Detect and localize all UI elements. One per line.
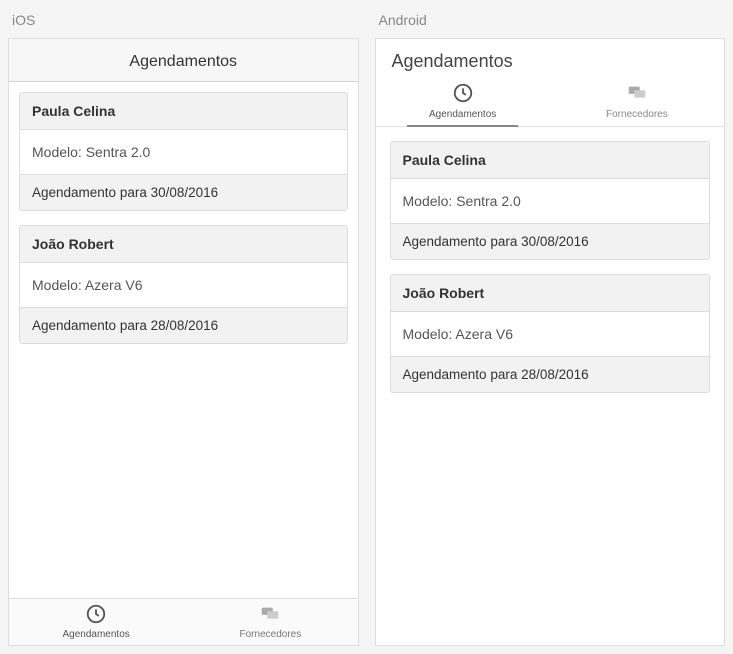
ios-tabbar: Agendamentos Fornecedores <box>9 598 358 645</box>
card-schedule: Agendamento para 30/08/2016 <box>20 174 347 210</box>
ios-panel: iOS Agendamentos Paula Celina Modelo: Se… <box>0 0 367 654</box>
card-model: Modelo: Azera V6 <box>20 263 347 307</box>
card[interactable]: João Robert Modelo: Azera V6 Agendamento… <box>390 274 711 393</box>
tab-label: Fornecedores <box>240 629 302 640</box>
card-schedule: Agendamento para 30/08/2016 <box>391 223 710 259</box>
tab-agendamentos[interactable]: Agendamentos <box>9 599 183 645</box>
ios-device: Agendamentos Paula Celina Modelo: Sentra… <box>8 38 359 646</box>
android-panel: Android Agendamentos Agendamentos Fornec… <box>367 0 733 654</box>
card-model: Modelo: Sentra 2.0 <box>391 179 710 223</box>
tab-agendamentos[interactable]: Agendamentos <box>376 78 550 126</box>
tab-label: Fornecedores <box>606 109 668 120</box>
tab-label: Agendamentos <box>429 109 496 120</box>
card-name: João Robert <box>391 275 710 312</box>
card-schedule: Agendamento para 28/08/2016 <box>20 307 347 343</box>
chat-icon <box>259 603 281 629</box>
card-schedule: Agendamento para 28/08/2016 <box>391 356 710 392</box>
card[interactable]: Paula Celina Modelo: Sentra 2.0 Agendame… <box>390 141 711 260</box>
android-content: Paula Celina Modelo: Sentra 2.0 Agendame… <box>376 127 725 645</box>
card-name: Paula Celina <box>20 93 347 130</box>
card[interactable]: João Robert Modelo: Azera V6 Agendamento… <box>19 225 348 344</box>
tab-fornecedores[interactable]: Fornecedores <box>550 78 724 126</box>
tab-label: Agendamentos <box>62 629 129 640</box>
card-name: João Robert <box>20 226 347 263</box>
card-model: Modelo: Sentra 2.0 <box>20 130 347 174</box>
card-model: Modelo: Azera V6 <box>391 312 710 356</box>
page-title: Agendamentos <box>9 39 358 82</box>
card[interactable]: Paula Celina Modelo: Sentra 2.0 Agendame… <box>19 92 348 211</box>
ios-label: iOS <box>8 8 359 38</box>
page-title: Agendamentos <box>376 39 725 78</box>
card-name: Paula Celina <box>391 142 710 179</box>
ios-content: Paula Celina Modelo: Sentra 2.0 Agendame… <box>9 82 358 598</box>
android-label: Android <box>375 8 726 38</box>
clock-icon <box>85 603 107 629</box>
android-device: Agendamentos Agendamentos Fornecedores P… <box>375 38 726 646</box>
android-tabbar: Agendamentos Fornecedores <box>376 78 725 127</box>
tab-fornecedores[interactable]: Fornecedores <box>183 599 357 645</box>
clock-icon <box>452 82 474 109</box>
chat-icon <box>626 82 648 109</box>
